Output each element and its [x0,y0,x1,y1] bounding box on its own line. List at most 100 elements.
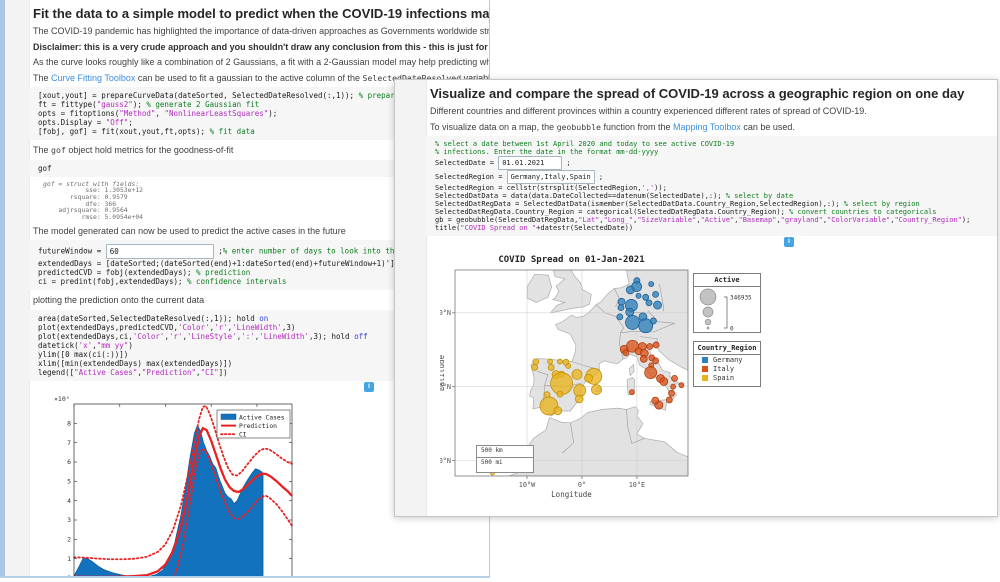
size-legend-title: Active [694,274,760,287]
code-text: ) [128,341,133,350]
text-run: can be used. [741,122,795,132]
code-line: SelectedDatRegData = SelectedDatData(ism… [426,200,997,208]
text-run: function from the [601,122,673,132]
code-comment: % generate 2 Gaussian fit [146,100,259,109]
svg-text:8: 8 [67,419,71,427]
code-text: ,3) [282,323,296,332]
svg-text:0°: 0° [578,481,586,489]
code-text: 'Color' [178,323,210,332]
inline-edit-field[interactable]: 01.01.2021 [498,156,562,170]
code-line: SelectedDatRegData.Country_Region = cate… [426,208,997,216]
code-text: "Method" [119,109,155,118]
map-bubble-spain [572,369,582,379]
code-text: on [259,314,268,323]
text-run: As the curve looks roughly like a combin… [33,57,489,67]
code-text: "Country_Region" [894,216,961,224]
code-line-row: 67SelectedDate = 01.01.2021 ; [426,156,997,170]
code-text: "grayland" [781,216,823,224]
svg-text:2: 2 [67,535,71,543]
code-line-row: 74title("COVID Spread on "+datestr(Selec… [426,224,997,236]
code-block-map[interactable]: 65% select a date between 1st April 2020… [426,136,997,236]
latitude-axis-label: Latitude [440,354,446,391]
right-livescript-window: Visualize and compare the spread of COVI… [394,79,998,517]
code-text: )); [654,184,667,192]
svg-text:3: 3 [67,516,71,524]
code-text: gb = geobubble(SelectedDatRegData, [435,216,578,224]
screenshot-canvas: Fit the data to a simple model to predic… [0,0,1000,582]
svg-text:6: 6 [67,458,71,466]
intro-paragraph: Different countries and different provin… [430,106,997,117]
svg-text:×10⁵: ×10⁵ [54,395,70,403]
code-text: "Lat" [578,216,599,224]
map-bubble-germany [650,318,656,324]
map-bubble-italy [653,342,659,348]
code-line: % select a date between 1st April 2020 a… [426,136,997,148]
geobubble-figure: COVID Spread on 01-Jan-202130°N40°N50°N1… [440,248,780,500]
code-text: predictedCVD = fobj(extendedDays); [38,268,196,277]
hyperlink[interactable]: Curve Fitting Toolbox [51,73,135,83]
map-bubble-italy [629,390,634,395]
legend-label: Spain [713,374,734,382]
code-text: SelectedRegion = [435,173,507,181]
code-text: SelectedDatRegData = SelectedDatData(ism… [435,200,844,208]
text-run: To visualize data on a map, the [430,122,557,132]
code-comment: % infections. Enter the date in the form… [435,148,658,156]
map-bubble-spain [548,359,553,364]
code-text: plot(extendedDays,predictedCVD, [38,323,178,332]
code-text: SelectedDatRegData.Country_Region = cate… [435,208,789,216]
svg-text:10°E: 10°E [629,481,645,489]
code-text: xlim([min(extendedDays) max(extendedDays… [38,359,232,368]
country-color-legend: Country_Region GermanyItalySpain [693,341,761,387]
code-text: 'LineWidth' [259,332,309,341]
map-bubble-germany [625,315,639,329]
code-text: ); [962,216,970,224]
output-info-icon[interactable]: i [364,382,374,392]
map-scalebar: 500 km 500 mi [476,445,534,473]
inline-edit-field[interactable]: 60 [106,244,214,259]
output-info-icon[interactable]: i [784,237,794,247]
code-line-row: 73gb = geobubble(SelectedDatRegData,"Lat… [426,216,997,224]
code-text: opts = fitoptions( [38,109,119,118]
code-text: ); [133,100,147,109]
text-run: object hold metrics for the goodness-of-… [66,145,234,155]
code-text: ]) [219,368,228,377]
map-bubble-germany [618,298,625,305]
text-run: The model generated can now be used to p… [33,226,346,236]
code-line-row: 68SelectedRegion = Germany,Italy,Spain ; [426,170,997,184]
map-bubble-germany [643,294,649,300]
legend-swatch [702,357,708,363]
legend-row: Spain [694,373,760,382]
code-line-row: 72SelectedDatRegData.Country_Region = ca… [426,208,997,216]
map-bubble-germany [626,308,634,316]
svg-text:10°W: 10°W [519,481,536,489]
code-text: area(dateSorted,SelectedDateResolved(:,1… [38,314,259,323]
map-title: COVID Spread on 01-Jan-2021 [498,255,644,265]
map-bubble-germany [636,293,641,298]
code-text: ; [595,173,603,181]
legend-swatch [702,366,708,372]
hyperlink[interactable]: Mapping Toolbox [673,122,741,132]
map-bubble-spain [557,391,563,397]
text-run: Different countries and different provin… [430,106,867,116]
code-line-row: 65% select a date between 1st April 2020… [426,136,997,148]
code-text: title( [435,224,460,232]
inline-edit-field[interactable]: Germany,Italy,Spain [507,170,595,184]
code-text: "SizeVariable" [637,216,696,224]
map-bubble-italy [653,358,659,364]
map-bubble-germany [626,286,634,294]
text-run: Disclaimer: this is a very crude approac… [33,42,489,52]
svg-text:0: 0 [67,574,71,576]
legend-row: Italy [694,364,760,373]
map-bubble-germany [646,300,652,306]
code-text: datetick( [38,341,79,350]
document-title: Fit the data to a simple model to predic… [33,6,489,21]
svg-text:30°N: 30°N [440,457,451,465]
code-text: ci = predint(fobj,extendedDays); [38,277,187,286]
map-bubble-germany [618,305,624,311]
prediction-chart: 01234567804-2007-2010-2001-2104-21×10⁵Ac… [41,394,391,576]
inline-code: gof [51,145,66,155]
map-bubble-germany [617,314,623,320]
map-bubble-spain [533,359,539,365]
size-legend-max: 346935 [730,295,752,302]
code-text: +datestr(SelectedDate)) [536,224,633,232]
